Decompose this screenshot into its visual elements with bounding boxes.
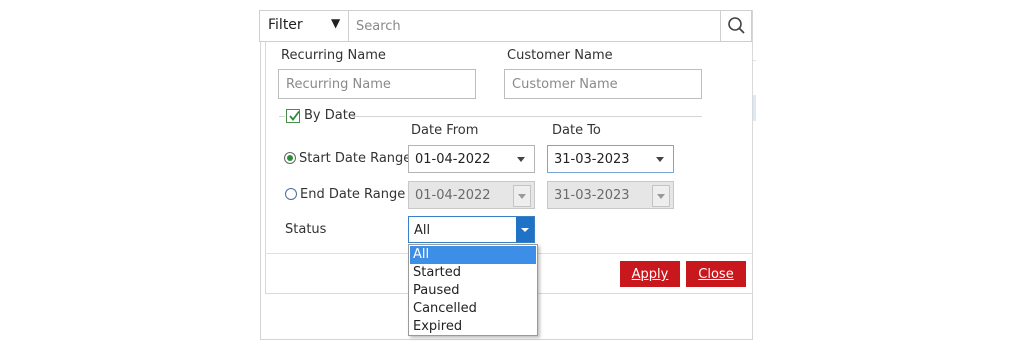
- recurring-name-label: Recurring Name: [281, 48, 386, 63]
- end-date-to-dropdown: 31-03-2023: [547, 181, 674, 209]
- status-label: Status: [285, 222, 327, 237]
- status-option-expired[interactable]: Expired: [410, 318, 536, 336]
- search-button[interactable]: [720, 10, 752, 42]
- dropdown-arrow-icon: [517, 157, 525, 162]
- filter-label: Filter: [268, 17, 303, 33]
- group-border: [352, 116, 702, 117]
- customer-name-input[interactable]: [504, 69, 702, 99]
- status-dropdown-list: All Started Paused Cancelled Expired: [408, 244, 538, 336]
- status-option-paused[interactable]: Paused: [410, 282, 536, 300]
- end-date-from-dropdown: 01-04-2022: [408, 181, 535, 209]
- start-date-from-value: 01-04-2022: [415, 152, 491, 167]
- start-date-to-dropdown[interactable]: 31-03-2023: [547, 145, 674, 173]
- by-date-checkbox[interactable]: [286, 109, 300, 123]
- end-date-from-value: 01-04-2022: [415, 188, 491, 203]
- start-date-range-label: Start Date Range: [299, 151, 412, 166]
- status-value: All: [414, 223, 431, 238]
- end-date-range-label: End Date Range: [300, 187, 406, 202]
- start-date-range-radio[interactable]: [284, 152, 296, 164]
- start-date-to-value: 31-03-2023: [554, 152, 630, 167]
- status-option-started[interactable]: Started: [410, 264, 536, 282]
- status-dropdown[interactable]: All: [408, 216, 535, 243]
- status-option-all[interactable]: All: [410, 246, 536, 264]
- dropdown-arrow-icon[interactable]: [516, 217, 534, 242]
- date-from-label: Date From: [411, 123, 479, 138]
- apply-button[interactable]: Apply: [620, 261, 680, 287]
- end-date-range-radio[interactable]: [285, 188, 297, 200]
- dropdown-arrow-icon: [652, 185, 670, 207]
- end-date-to-value: 31-03-2023: [554, 188, 630, 203]
- status-option-cancelled[interactable]: Cancelled: [410, 300, 536, 318]
- search-input[interactable]: [350, 11, 720, 41]
- close-button[interactable]: Close: [686, 261, 746, 287]
- dropdown-arrow-icon: [656, 157, 664, 162]
- group-border-left: [279, 116, 285, 117]
- caret-down-icon: ▼: [331, 16, 341, 30]
- date-to-label: Date To: [552, 123, 601, 138]
- start-date-from-dropdown[interactable]: 01-04-2022: [408, 145, 535, 173]
- recurring-name-input[interactable]: [278, 69, 476, 99]
- checkmark-icon: [289, 110, 300, 121]
- by-date-label: By Date: [304, 108, 356, 123]
- dropdown-arrow-icon: [513, 185, 531, 207]
- customer-name-label: Customer Name: [507, 48, 613, 63]
- search-icon: [728, 17, 745, 34]
